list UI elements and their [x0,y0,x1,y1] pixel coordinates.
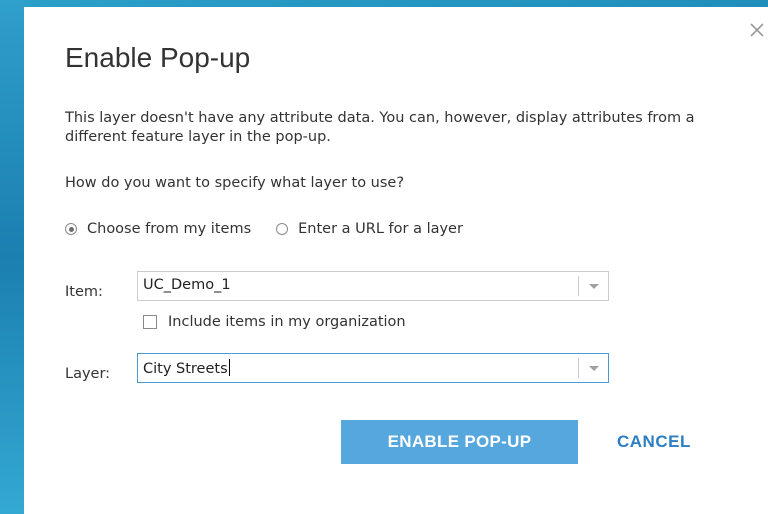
layer-select-text: City Streets [143,361,228,377]
include-org-checkbox[interactable] [143,315,157,329]
chevron-down-icon[interactable] [589,284,599,289]
enter-url-radio[interactable] [276,223,289,235]
layer-select[interactable]: City Streets [137,353,609,383]
item-label: Item: [65,284,103,300]
choose-from-items-radio[interactable] [65,223,77,235]
chevron-down-icon[interactable] [589,366,599,371]
item-select[interactable]: UC_Demo_1 [137,271,609,301]
include-org-label: Include items in my organization [168,314,406,330]
dialog-description: This layer doesn't have any attribute da… [65,110,695,145]
text-caret [228,359,230,376]
item-select-value: UC_Demo_1 [143,277,231,293]
choose-from-items-label: Choose from my items [87,221,252,237]
layer-source-question: How do you want to specify what layer to… [65,175,405,191]
layer-label: Layer: [65,366,111,382]
layer-select-divider [578,358,579,378]
layer-select-value: City Streets [143,359,230,377]
enable-popup-dialog: Enable Pop-up This layer doesn't have an… [24,7,768,514]
item-select-divider [578,276,579,296]
dialog-title: Enable Pop-up [65,42,251,73]
enable-popup-button[interactable]: ENABLE POP-UP [341,420,578,464]
include-org-option[interactable]: Include items in my organization [143,314,406,330]
layer-source-radio-group: Choose from my items Enter a URL for a l… [65,221,463,237]
cancel-button[interactable]: CANCEL [617,420,691,464]
enter-url-label: Enter a URL for a layer [298,221,463,237]
close-button[interactable] [748,21,766,39]
enter-url-option[interactable]: Enter a URL for a layer [276,221,463,237]
background-panel [0,0,24,514]
close-icon [750,23,764,37]
choose-from-items-option[interactable]: Choose from my items [65,221,251,237]
